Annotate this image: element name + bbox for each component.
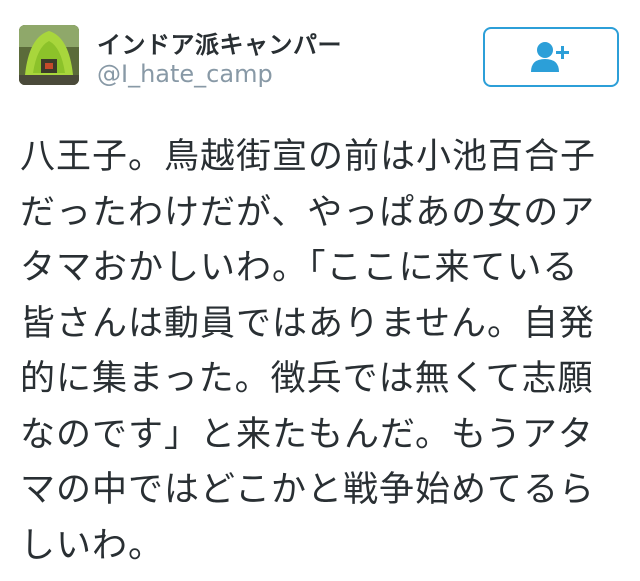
tweet-line: マの中ではどこかと戦争始めてるら [20,470,595,510]
follow-user-plus-icon [530,40,572,74]
tweet-card: インドア派キャンパー @I_hate_camp 八王子。鳥越街宣の前は小池百合子… [0,0,640,581]
username[interactable]: @I_hate_camp [97,60,273,88]
tweet-line: だったわけだが、やっぱあの女のア [20,192,596,233]
tweet-line: タマおかしいわ。「ここに来ている [20,248,579,288]
tent-photo-avatar-icon [19,25,79,85]
user-avatar[interactable] [19,25,79,85]
tweet-line: 皆さんは動員ではありません。自発 [20,303,595,344]
tweet-line: 八王子。鳥越街宣の前は小池百合子 [20,137,597,177]
tweet-line: 的に集まった。徴兵では無くて志願 [20,359,594,399]
tweet-text: 八王子。鳥越街宣の前は小池百合子 だったわけだが、やっぱあの女のア タマおかしい… [20,130,605,574]
display-name[interactable]: インドア派キャンパー [97,25,342,60]
tweet-line: しいわ。 [20,525,165,566]
follow-button[interactable] [483,27,619,87]
tweet-line: なのです」と来たもんだ。もうアタ [20,414,594,455]
